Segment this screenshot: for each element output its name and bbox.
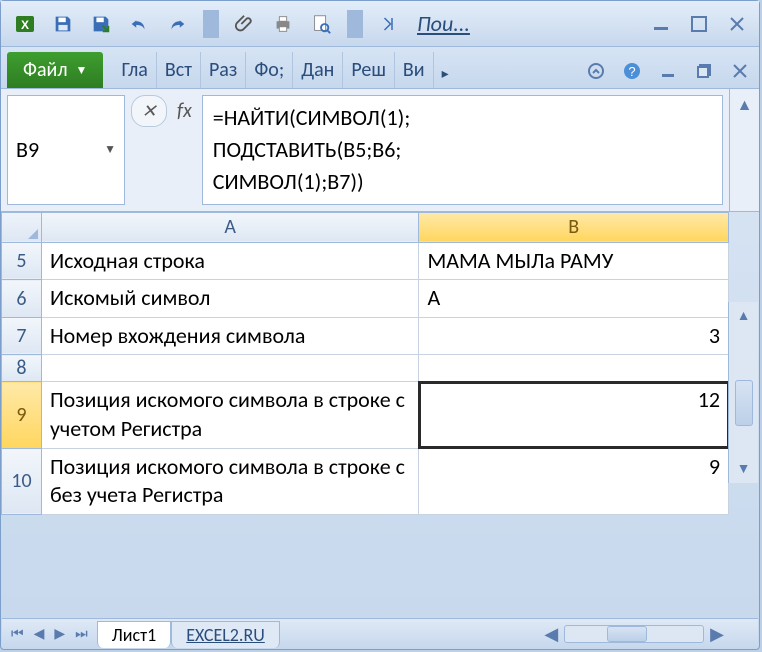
tab-view[interactable]: Ви [395, 52, 434, 88]
table-row: 6Искомый символА [2, 280, 729, 318]
cell[interactable]: 9 [419, 448, 729, 514]
separator [347, 10, 363, 38]
save-as-icon[interactable] [85, 8, 117, 40]
row-header[interactable]: 10 [2, 448, 42, 514]
table-row: 7Номер вхождения символа3 [2, 317, 729, 355]
col-header-b[interactable]: B [419, 212, 729, 242]
cell[interactable]: 12 [419, 382, 729, 448]
table-row: 9Позиция искомого символа в строке с уче… [2, 382, 729, 448]
sheet-tab-bar: ⏮ ◀ ▶ ⏭ Лист1 EXCEL2.RU ◀ ▶ [2, 618, 758, 648]
minimize-icon[interactable] [647, 10, 675, 38]
sheet-tab-other[interactable]: EXCEL2.RU [171, 621, 280, 648]
quick-print-icon[interactable] [267, 8, 299, 40]
svg-text:?: ? [628, 64, 635, 79]
tab-home[interactable]: Гла [113, 52, 156, 88]
worksheet-grid: A B 5Исходная строкаМАМА МЫЛа РАМУ6Иском… [1, 212, 759, 515]
col-header-a[interactable]: A [41, 212, 418, 242]
table-row: 10Позиция искомого символа в строке с бе… [2, 448, 729, 514]
quick-access-toolbar: X Пои... [1, 1, 759, 47]
vertical-scrollbar[interactable]: ▲ ▼ [728, 302, 758, 483]
maximize-icon[interactable] [685, 10, 713, 38]
tab-insert[interactable]: Вст [157, 52, 201, 88]
table-row: 5Исходная строкаМАМА МЫЛа РАМУ [2, 242, 729, 280]
attach-icon[interactable] [229, 8, 261, 40]
chevron-down-icon: ▼ [76, 63, 88, 78]
sheet-tab-active[interactable]: Лист1 [97, 621, 171, 648]
cell[interactable]: Искомый символ [41, 280, 418, 318]
window-controls [647, 10, 751, 38]
doc-restore-icon[interactable] [691, 58, 717, 84]
undo-icon[interactable] [123, 8, 155, 40]
file-tab[interactable]: Файл ▼ [7, 52, 103, 88]
excel-app-icon[interactable]: X [9, 8, 41, 40]
horizontal-scrollbar[interactable]: ◀ ▶ [544, 623, 758, 645]
column-headers: A B [2, 212, 729, 242]
cancel-formula-icon[interactable]: ✕ [131, 95, 167, 127]
ribbon-tabs: Файл ▼ Гла Вст Раз Фо; Дан Реш Ви ▸ ? [1, 47, 759, 89]
print-preview-icon[interactable] [305, 8, 337, 40]
save-icon[interactable] [47, 8, 79, 40]
cell[interactable]: Позиция искомого символа в строке с без … [41, 448, 418, 514]
cell[interactable]: МАМА МЫЛа РАМУ [419, 242, 729, 280]
separator [203, 10, 219, 38]
scroll-thumb[interactable] [607, 626, 647, 642]
sheet-next-icon[interactable]: ▶ [51, 625, 68, 642]
tab-review[interactable]: Реш [343, 52, 395, 88]
file-tab-label: Файл [23, 58, 68, 82]
search-label[interactable]: Пои... [417, 10, 470, 37]
cell[interactable]: Позиция искомого символа в строке с учет… [41, 382, 418, 448]
row-header[interactable]: 9 [2, 382, 42, 448]
excel-window: X Пои... [0, 0, 760, 650]
scroll-right-icon[interactable]: ▶ [710, 623, 724, 645]
scroll-down-icon[interactable]: ▼ [737, 455, 751, 483]
name-box[interactable]: B9 ▼ [7, 95, 125, 205]
formula-input[interactable]: =НАЙТИ(СИМВОЛ(1); ПОДСТАВИТЬ(B5;B6; СИМВ… [202, 95, 723, 205]
chevron-down-icon: ▼ [104, 142, 116, 157]
help-icon[interactable]: ? [619, 58, 645, 84]
row-header[interactable]: 5 [2, 242, 42, 280]
scroll-left-icon[interactable]: ◀ [544, 623, 558, 645]
doc-close-icon[interactable] [727, 58, 753, 84]
cell[interactable]: 3 [419, 317, 729, 355]
cell[interactable] [419, 355, 729, 382]
cell[interactable]: А [419, 280, 729, 318]
table-row: 8 [2, 355, 729, 382]
tab-formulas[interactable]: Фо; [246, 52, 293, 88]
row-header[interactable]: 7 [2, 317, 42, 355]
sheet-prev-icon[interactable]: ◀ [31, 625, 48, 642]
redo-icon[interactable] [161, 8, 193, 40]
cell[interactable] [41, 355, 418, 382]
row-header[interactable]: 8 [2, 355, 42, 382]
doc-minimize-icon[interactable] [655, 58, 681, 84]
ribbon-minimize-icon[interactable] [583, 58, 609, 84]
cell[interactable]: Исходная строка [41, 242, 418, 280]
cell[interactable]: Номер вхождения символа [41, 317, 418, 355]
scroll-up-icon[interactable]: ▲ [730, 89, 759, 121]
name-box-value: B9 [16, 136, 39, 163]
tab-overflow-icon[interactable]: ▸ [434, 59, 457, 88]
next-icon[interactable] [373, 8, 405, 40]
sheet-first-icon[interactable]: ⏮ [8, 625, 27, 642]
tab-page-layout[interactable]: Раз [201, 52, 246, 88]
scroll-up-icon[interactable]: ▲ [737, 302, 751, 330]
svg-text:X: X [21, 18, 29, 32]
select-all-corner[interactable] [2, 212, 42, 242]
scroll-thumb[interactable] [735, 380, 753, 426]
tab-data[interactable]: Дан [293, 52, 343, 88]
formula-bar: B9 ▼ ✕ fx =НАЙТИ(СИМВОЛ(1); ПОДСТАВИТЬ(B… [1, 89, 759, 212]
formula-bar-scroll: ▲ [729, 89, 759, 211]
scroll-track[interactable] [564, 625, 704, 643]
close-icon[interactable] [723, 10, 751, 38]
sheet-nav: ⏮ ◀ ▶ ⏭ [2, 625, 97, 642]
row-header[interactable]: 6 [2, 280, 42, 318]
fx-icon[interactable]: fx [177, 95, 192, 123]
sheet-last-icon[interactable]: ⏭ [72, 625, 91, 642]
